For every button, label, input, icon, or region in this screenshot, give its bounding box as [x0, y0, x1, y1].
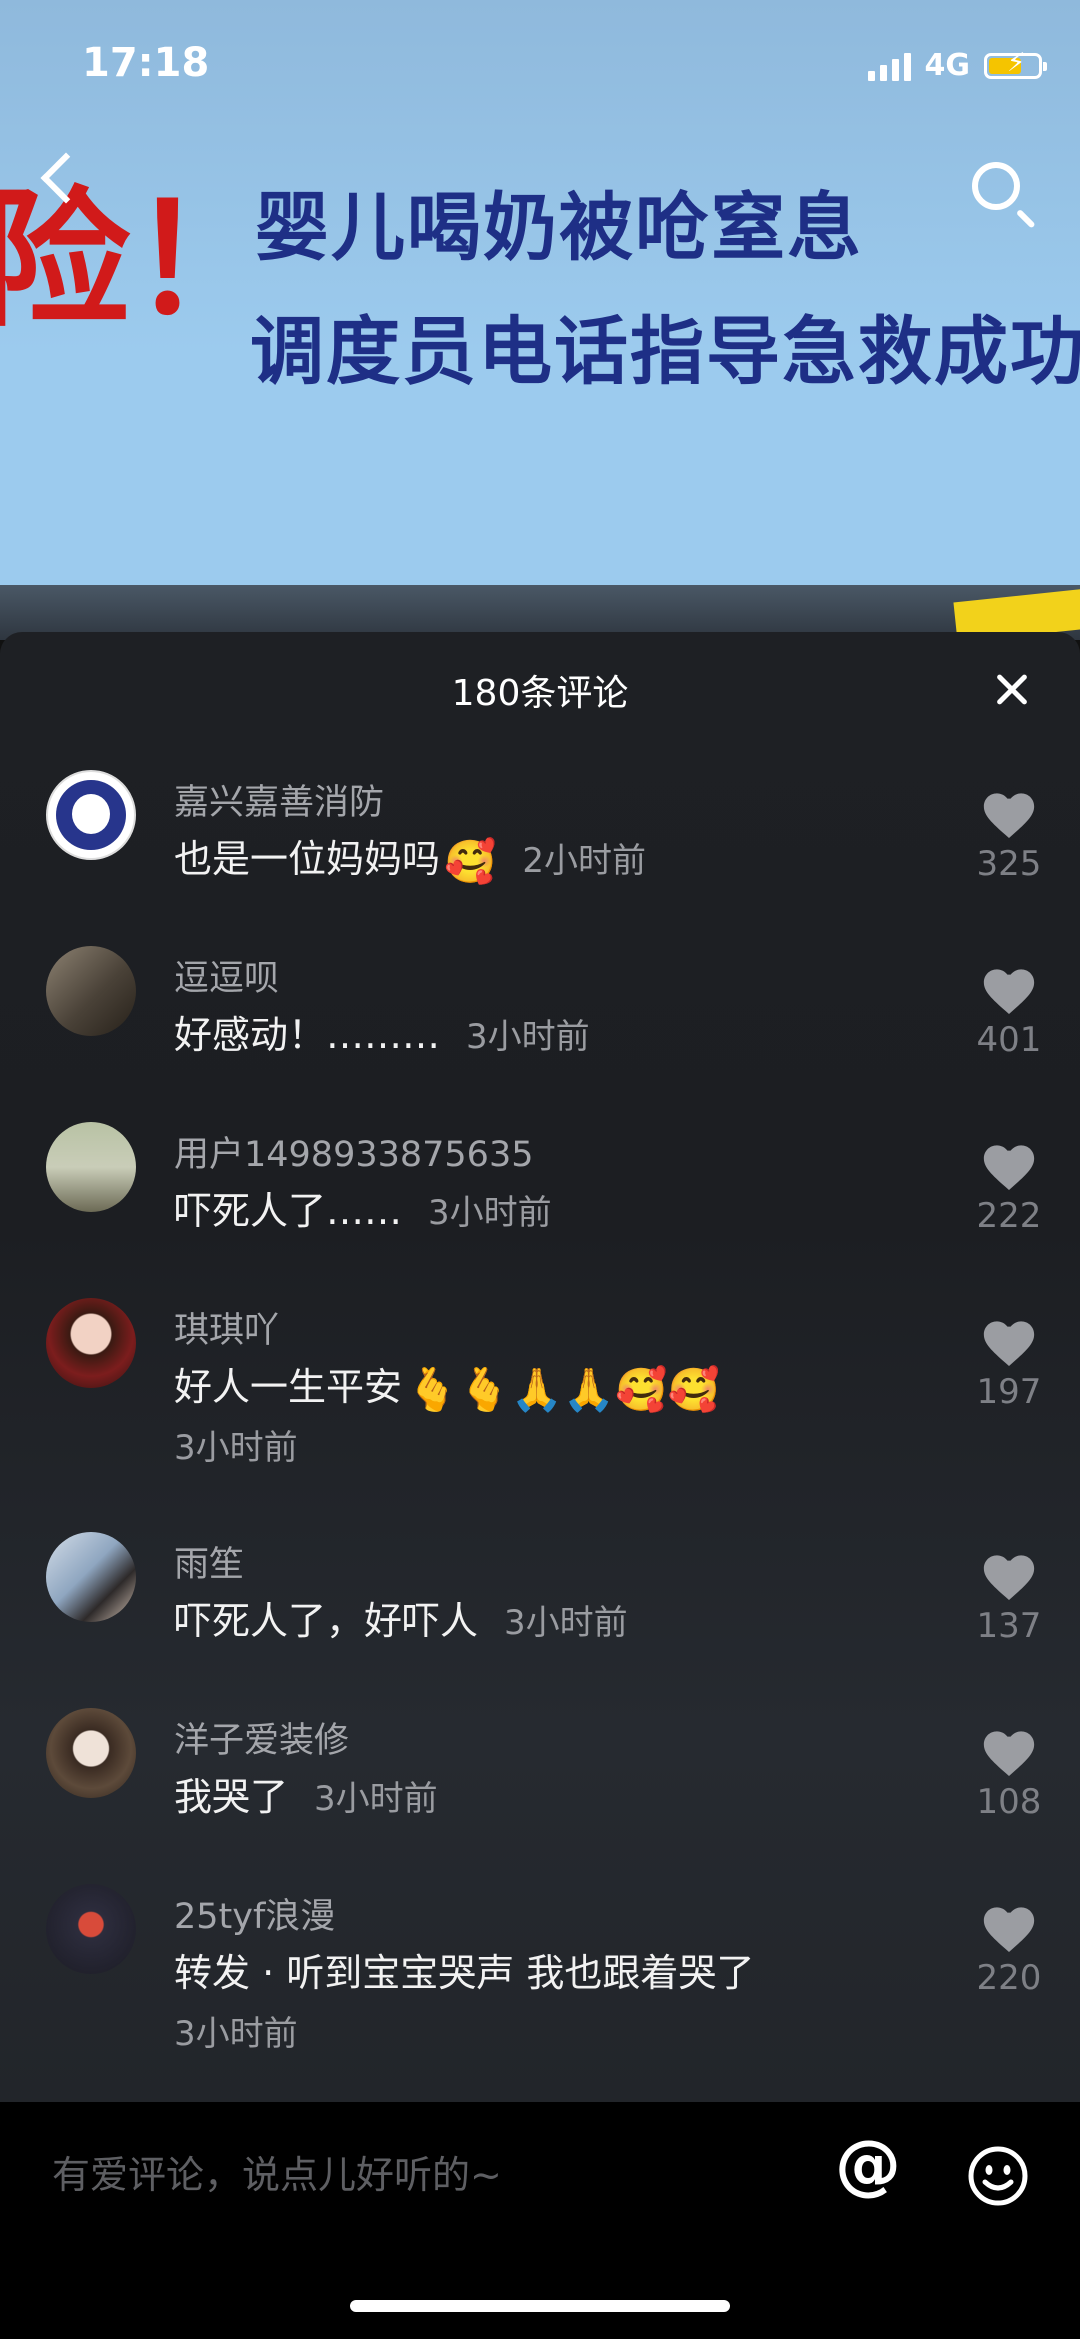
comments-sheet: 180条评论 嘉兴嘉善消防 也是一位妈妈吗🥰 2小时前 325 逗逗呗 好感动！…… — [0, 632, 1080, 2102]
comment-body: 吓死人了，好吓人 — [174, 1599, 479, 1643]
like-button[interactable]: 108 — [968, 1728, 1050, 1822]
heart-icon — [983, 1731, 1035, 1776]
like-count: 325 — [976, 844, 1042, 884]
like-count: 401 — [976, 1020, 1042, 1060]
comment-text[interactable]: 吓死人了…… 3小时前 — [174, 1180, 552, 1235]
comment-username[interactable]: 雨笙 — [174, 1536, 244, 1587]
comment-input[interactable]: 有爱评论，说点儿好听的~ — [52, 2144, 502, 2199]
heart-icon — [983, 1907, 1035, 1952]
status-time: 17:18 — [82, 40, 210, 86]
avatar[interactable] — [46, 1884, 136, 1974]
like-button[interactable]: 220 — [968, 1904, 1050, 1998]
comment-emoji: 🫰🫰🙏🙏🥰🥰 — [406, 1365, 720, 1414]
avatar[interactable] — [46, 946, 136, 1036]
like-button[interactable]: 325 — [968, 790, 1050, 884]
close-icon[interactable] — [992, 670, 1032, 710]
network-type: 4G — [924, 48, 971, 83]
comment-body: 好感动！……… — [174, 1013, 441, 1057]
comment-input-bar: 有爱评论，说点儿好听的~ @ — [0, 2102, 1080, 2339]
like-button[interactable]: 222 — [968, 1142, 1050, 1236]
at-icon[interactable]: @ — [835, 2132, 901, 2198]
like-button[interactable]: 137 — [968, 1552, 1050, 1646]
status-indicators: 4G ⚡ — [867, 48, 1047, 83]
comment-emoji: 🥰 — [444, 837, 497, 886]
comment-body: 也是一位妈妈吗 — [174, 837, 441, 881]
like-count: 220 — [976, 1958, 1042, 1998]
video-caption-line1: 婴儿喝奶被呛窒息 — [255, 185, 863, 271]
like-count: 197 — [976, 1372, 1042, 1412]
comment-text[interactable]: 也是一位妈妈吗🥰 2小时前 — [174, 828, 646, 887]
like-count: 137 — [976, 1606, 1042, 1646]
video-frame[interactable]: 险！ 婴儿喝奶被呛窒息 调度员电话指导急救成功 — [0, 0, 1080, 640]
signal-icon — [867, 51, 911, 81]
comment-body: 吓死人了…… — [174, 1189, 403, 1233]
comments-title: 180条评论 — [451, 673, 629, 714]
comment-body: 转发 · 听到宝宝哭声 我也跟着哭了 — [174, 1951, 755, 1995]
heart-icon — [983, 793, 1035, 838]
heart-icon — [983, 969, 1035, 1014]
avatar[interactable] — [46, 1532, 136, 1622]
emoji-icon[interactable] — [966, 2144, 1030, 2208]
comment-body: 好人一生平安 — [174, 1365, 403, 1409]
home-indicator[interactable] — [350, 2300, 730, 2312]
video-caption-line2: 调度员电话指导急救成功 — [250, 309, 1080, 395]
heart-icon — [983, 1321, 1035, 1366]
like-count: 222 — [976, 1196, 1042, 1236]
comment-text[interactable]: 好人一生平安🫰🫰🙏🙏🥰🥰 — [174, 1356, 720, 1415]
comment-username[interactable]: 逗逗呗 — [174, 950, 279, 1001]
comment-text[interactable]: 好感动！……… 3小时前 — [174, 1004, 590, 1059]
like-button[interactable]: 197 — [968, 1318, 1050, 1412]
comment-username[interactable]: 琪琪吖 — [174, 1302, 279, 1353]
avatar[interactable] — [46, 1298, 136, 1388]
comment-time: 3小时前 — [466, 1017, 590, 1057]
video-exclamation: 险！ — [0, 172, 281, 348]
heart-icon — [983, 1555, 1035, 1600]
battery-icon: ⚡ — [984, 50, 1047, 79]
comment-username[interactable]: 嘉兴嘉善消防 — [174, 774, 384, 825]
search-icon[interactable] — [972, 162, 1020, 210]
like-count: 108 — [976, 1782, 1042, 1822]
comment-username[interactable]: 洋子爱装修 — [174, 1712, 349, 1763]
comment-time: 3小时前 — [504, 1603, 628, 1643]
comment-text[interactable]: 我哭了 3小时前 — [174, 1766, 438, 1821]
comment-username[interactable]: 用户1498933875635 — [174, 1126, 534, 1177]
avatar[interactable] — [46, 1122, 136, 1212]
comment-body: 我哭了 — [174, 1775, 289, 1819]
comment-text[interactable]: 转发 · 听到宝宝哭声 我也跟着哭了 — [174, 1942, 754, 1997]
comment-text[interactable]: 吓死人了，好吓人 3小时前 — [174, 1590, 628, 1645]
comment-time: 3小时前 — [314, 1779, 438, 1819]
comment-time: 3小时前 — [428, 1193, 552, 1233]
avatar[interactable] — [46, 770, 136, 860]
comment-time: 2小时前 — [522, 841, 646, 881]
like-button[interactable]: 401 — [968, 966, 1050, 1060]
avatar[interactable] — [46, 1708, 136, 1798]
comment-time: 3小时前 — [174, 2014, 298, 2054]
comment-time: 3小时前 — [174, 1428, 298, 1468]
heart-icon — [983, 1145, 1035, 1190]
comment-username[interactable]: 25tyf浪漫 — [174, 1888, 335, 1939]
